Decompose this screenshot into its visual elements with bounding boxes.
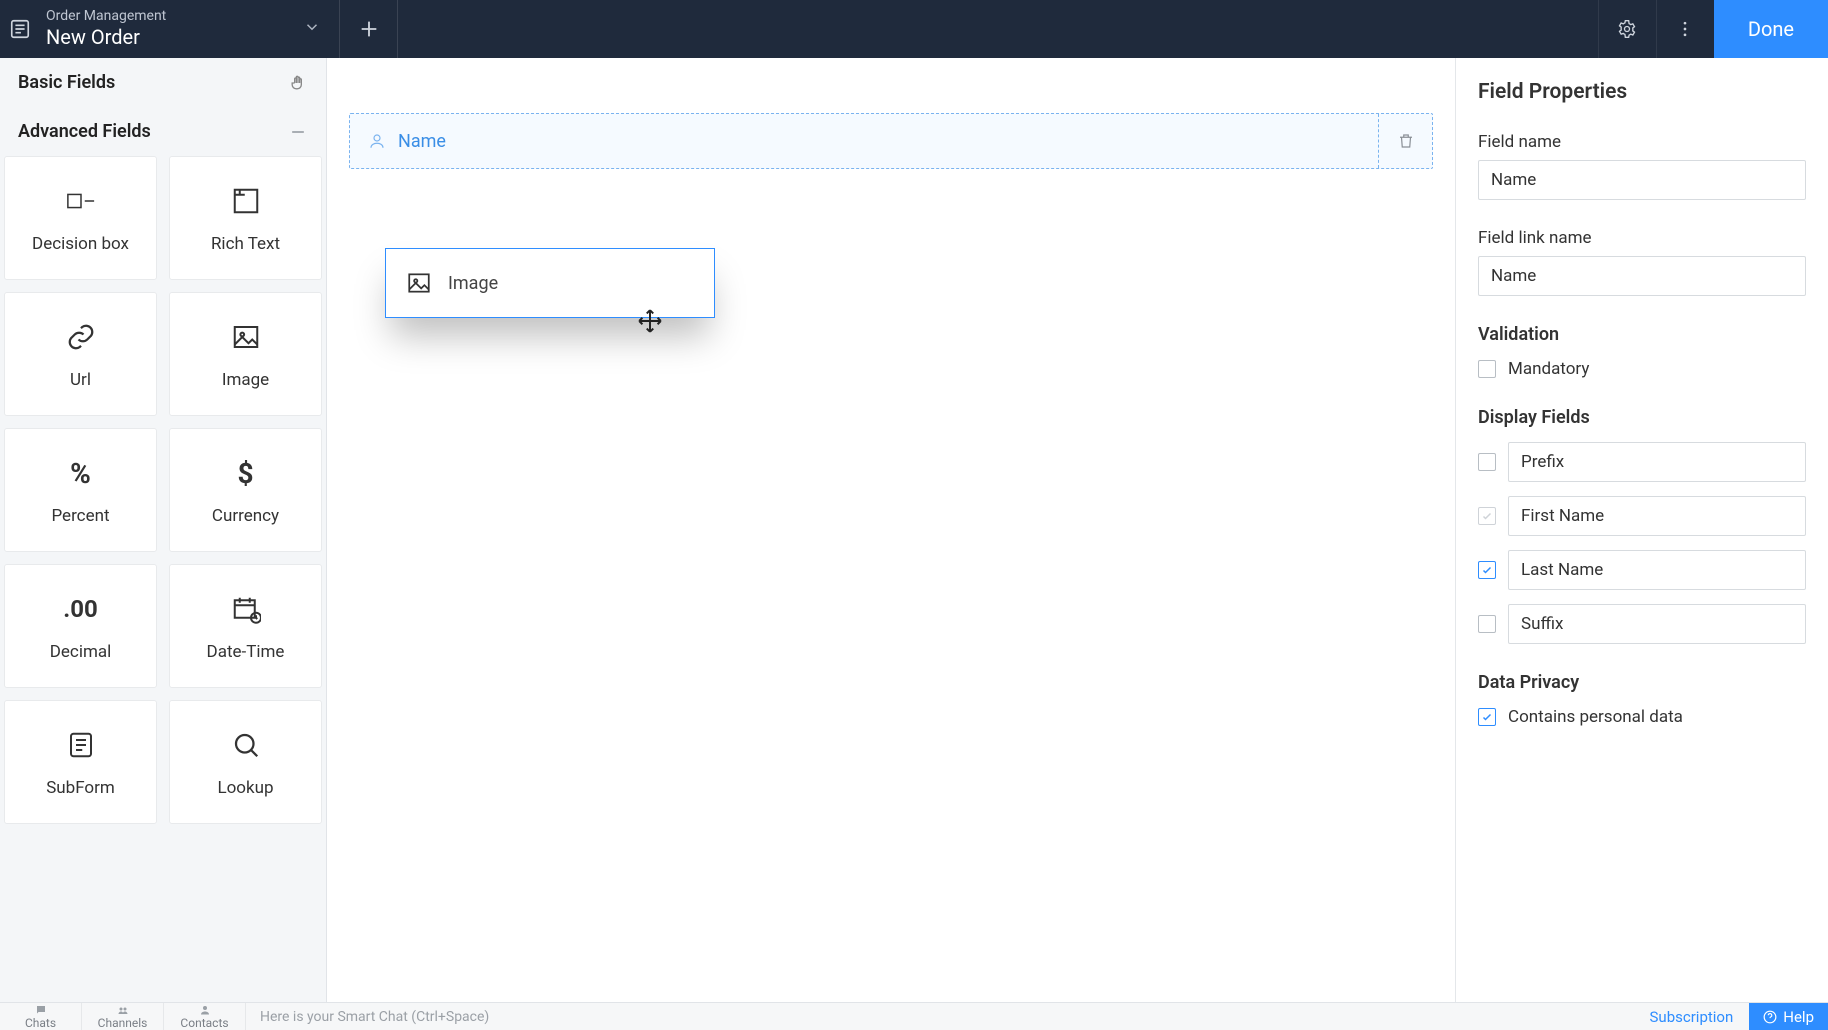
field-link-label: Field link name <box>1478 228 1806 248</box>
help-icon <box>1763 1010 1777 1024</box>
decision-box-icon <box>66 182 96 220</box>
tile-datetime[interactable]: Date-Time <box>169 564 322 688</box>
tile-label: Url <box>70 370 91 390</box>
tile-label: Rich Text <box>211 234 280 254</box>
tile-label: Percent <box>51 506 109 526</box>
tile-percent[interactable]: % Percent <box>4 428 157 552</box>
form-title: New Order <box>46 25 166 49</box>
data-privacy-header: Data Privacy <box>1478 672 1806 693</box>
contacts-icon <box>199 1004 211 1016</box>
properties-title: Field Properties <box>1478 80 1806 104</box>
bottom-tab-contacts[interactable]: Contacts <box>164 1003 246 1030</box>
bottom-tab-label: Channels <box>98 1016 148 1030</box>
decimal-icon: .00 <box>63 590 98 628</box>
topbar: Order Management New Order Done <box>0 0 1828 58</box>
advanced-fields-label: Advanced Fields <box>18 121 151 142</box>
field-link-input[interactable] <box>1478 256 1806 296</box>
person-icon <box>368 132 386 150</box>
minus-icon <box>288 122 308 142</box>
dragging-field-image[interactable]: Image <box>385 248 715 318</box>
settings-button[interactable] <box>1598 0 1656 58</box>
tile-lookup[interactable]: Lookup <box>169 700 322 824</box>
tile-label: Lookup <box>217 778 273 798</box>
lastname-checkbox[interactable] <box>1478 561 1496 579</box>
suffix-input[interactable] <box>1508 604 1806 644</box>
basic-fields-label: Basic Fields <box>18 72 115 93</box>
prefix-input[interactable] <box>1508 442 1806 482</box>
bottom-tab-label: Contacts <box>180 1016 228 1030</box>
currency-icon: $ <box>237 454 253 492</box>
help-button[interactable]: Help <box>1749 1003 1828 1030</box>
tile-label: Image <box>222 370 269 390</box>
url-icon <box>66 318 96 356</box>
personal-data-label: Contains personal data <box>1508 707 1683 727</box>
mandatory-checkbox[interactable] <box>1478 360 1496 378</box>
canvas-field-name[interactable]: Name <box>349 113 1433 169</box>
field-name-input[interactable] <box>1478 160 1806 200</box>
tile-decimal[interactable]: .00 Decimal <box>4 564 157 688</box>
tile-label: Date-Time <box>207 642 285 662</box>
tile-currency[interactable]: $ Currency <box>169 428 322 552</box>
tile-decision-box[interactable]: Decision box <box>4 156 157 280</box>
canvas-field-name-label: Name <box>398 131 446 152</box>
bottombar: Chats Channels Contacts Here is your Sma… <box>0 1002 1828 1030</box>
fields-sidebar: Basic Fields Advanced Fields Decision bo… <box>0 58 327 1002</box>
tile-rich-text[interactable]: Rich Text <box>169 156 322 280</box>
firstname-checkbox[interactable] <box>1478 507 1496 525</box>
properties-panel: Field Properties Field name Field link n… <box>1455 58 1828 1002</box>
validation-header: Validation <box>1478 324 1806 345</box>
prefix-checkbox[interactable] <box>1478 453 1496 471</box>
basic-fields-header[interactable]: Basic Fields <box>0 58 326 107</box>
bottom-tab-chats[interactable]: Chats <box>0 1003 82 1030</box>
lookup-icon <box>231 726 261 764</box>
mandatory-label: Mandatory <box>1508 359 1589 379</box>
tile-url[interactable]: Url <box>4 292 157 416</box>
more-menu-button[interactable] <box>1656 0 1714 58</box>
bottom-tab-label: Chats <box>25 1016 56 1030</box>
subscription-link[interactable]: Subscription <box>1634 1008 1750 1026</box>
move-cursor-icon <box>637 308 663 334</box>
display-fields-header: Display Fields <box>1478 407 1806 428</box>
chat-icon <box>35 1004 47 1016</box>
bottom-tab-channels[interactable]: Channels <box>82 1003 164 1030</box>
personal-data-checkbox[interactable] <box>1478 708 1496 726</box>
tile-label: Decimal <box>50 642 112 662</box>
channels-icon <box>117 1004 129 1016</box>
field-tiles: Decision box Rich Text Url Image % Perce… <box>0 156 326 844</box>
smartchat-input[interactable]: Here is your Smart Chat (Ctrl+Space) <box>246 1009 1634 1025</box>
field-name-label: Field name <box>1478 132 1806 152</box>
lastname-input[interactable] <box>1508 550 1806 590</box>
app-logo-icon[interactable] <box>0 0 40 58</box>
grab-icon <box>288 73 308 93</box>
help-label: Help <box>1783 1008 1814 1026</box>
tile-label: Currency <box>212 506 279 526</box>
form-selector[interactable]: Order Management New Order <box>40 0 340 58</box>
datetime-icon <box>231 590 261 628</box>
tile-label: SubForm <box>46 778 115 798</box>
image-icon <box>231 318 261 356</box>
app-breadcrumb: Order Management <box>46 9 166 24</box>
dragging-field-label: Image <box>448 273 498 294</box>
suffix-checkbox[interactable] <box>1478 615 1496 633</box>
tile-label: Decision box <box>32 234 129 254</box>
advanced-fields-header[interactable]: Advanced Fields <box>0 107 326 156</box>
delete-field-button[interactable] <box>1378 114 1432 168</box>
subform-icon <box>66 726 96 764</box>
image-icon <box>406 270 432 296</box>
chevron-down-icon <box>303 18 321 40</box>
tile-image[interactable]: Image <box>169 292 322 416</box>
rich-text-icon <box>231 182 261 220</box>
done-button[interactable]: Done <box>1714 0 1828 58</box>
firstname-input[interactable] <box>1508 496 1806 536</box>
add-form-button[interactable] <box>340 0 398 58</box>
tile-subform[interactable]: SubForm <box>4 700 157 824</box>
form-canvas[interactable]: Name Image <box>327 58 1455 1002</box>
percent-icon: % <box>70 454 91 492</box>
